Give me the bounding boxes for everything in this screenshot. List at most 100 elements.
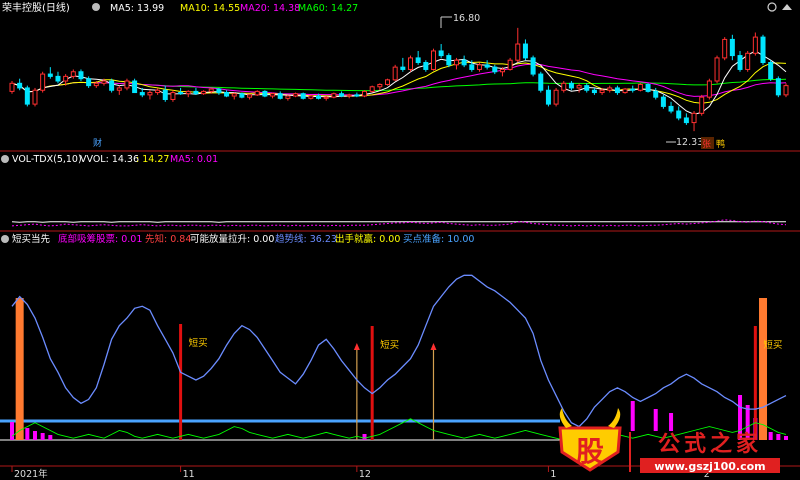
candle-body[interactable]	[270, 93, 276, 97]
candle-body[interactable]	[362, 90, 368, 97]
candle-body[interactable]	[369, 86, 375, 92]
candle-body[interactable]	[308, 95, 314, 99]
candle-body[interactable]	[208, 88, 214, 92]
candle-body[interactable]	[216, 88, 222, 94]
candle-body[interactable]	[476, 64, 482, 70]
candle-body[interactable]	[285, 95, 291, 99]
candle-body[interactable]	[93, 82, 99, 87]
candle-body[interactable]	[109, 80, 115, 91]
candle-body[interactable]	[492, 66, 498, 73]
candle-body[interactable]	[461, 59, 467, 66]
candle-body[interactable]	[453, 59, 459, 66]
candle-body[interactable]	[438, 50, 444, 57]
candle-body[interactable]	[78, 71, 84, 80]
candle-body[interactable]	[86, 78, 92, 87]
candle-body[interactable]	[185, 90, 191, 95]
candle-body[interactable]	[17, 82, 23, 89]
candle-body[interactable]	[745, 52, 751, 70]
candle-body[interactable]	[392, 66, 398, 81]
candle-body[interactable]	[760, 36, 766, 64]
candle-body[interactable]	[400, 66, 406, 70]
candle-body[interactable]	[522, 43, 528, 59]
chevron-up-icon[interactable]	[782, 4, 792, 10]
candle-body[interactable]	[530, 57, 536, 75]
candle-body[interactable]	[637, 83, 643, 91]
candle-body[interactable]	[607, 87, 613, 91]
candle-body[interactable]	[752, 36, 758, 54]
candle-body[interactable]	[277, 93, 283, 99]
candle-body[interactable]	[469, 64, 475, 70]
candle-body[interactable]	[24, 87, 30, 105]
candle-body[interactable]	[124, 80, 130, 89]
candle-body[interactable]	[423, 62, 429, 70]
candle-body[interactable]	[545, 89, 551, 105]
candle-body[interactable]	[170, 92, 176, 100]
candle-body[interactable]	[561, 82, 567, 91]
candle-body[interactable]	[47, 73, 53, 77]
candle-body[interactable]	[683, 117, 689, 124]
candle-body[interactable]	[293, 93, 299, 97]
candle-body[interactable]	[499, 68, 505, 73]
candle-body[interactable]	[714, 57, 720, 82]
candle-body[interactable]	[40, 73, 46, 91]
candle-body[interactable]	[231, 93, 237, 97]
candle-body[interactable]	[193, 90, 199, 95]
zhang-marker[interactable]: 张	[702, 139, 711, 150]
candle-body[interactable]	[147, 92, 153, 96]
candle-body[interactable]	[63, 75, 69, 82]
candle-body[interactable]	[653, 90, 659, 98]
candle-body[interactable]	[722, 38, 728, 59]
candle-body[interactable]	[768, 62, 774, 80]
candle-body[interactable]	[614, 87, 620, 94]
candle-body[interactable]	[568, 82, 574, 89]
refresh-icon[interactable]	[767, 2, 777, 12]
candle-body[interactable]	[385, 79, 391, 85]
candle-body[interactable]	[737, 55, 743, 70]
candle-body[interactable]	[9, 82, 15, 92]
candle-body[interactable]	[783, 85, 789, 96]
candle-body[interactable]	[316, 95, 322, 99]
vol-settings-icon[interactable]	[1, 155, 9, 163]
candle-body[interactable]	[599, 89, 605, 94]
candle-body[interactable]	[224, 92, 230, 97]
candle-body[interactable]	[515, 43, 521, 61]
candle-body[interactable]	[706, 80, 712, 98]
ind-settings-icon[interactable]	[1, 235, 9, 243]
candle-body[interactable]	[622, 88, 628, 94]
cai-marker[interactable]: 财	[93, 137, 102, 149]
candle-body[interactable]	[676, 110, 682, 119]
candle-body[interactable]	[116, 87, 122, 91]
candle-body[interactable]	[668, 105, 674, 112]
candle-body[interactable]	[178, 92, 184, 95]
candle-body[interactable]	[591, 89, 597, 94]
candle-body[interactable]	[262, 90, 268, 97]
candle-body[interactable]	[630, 88, 636, 91]
candle-body[interactable]	[254, 90, 260, 96]
stock-title[interactable]: 荣丰控股(日线)	[2, 1, 70, 14]
candle-body[interactable]	[584, 85, 590, 91]
candle-body[interactable]	[70, 71, 76, 77]
candle-body[interactable]	[645, 83, 651, 92]
candle-body[interactable]	[101, 80, 107, 84]
candle-body[interactable]	[660, 96, 666, 107]
candle-body[interactable]	[346, 94, 352, 97]
candle-body[interactable]	[32, 89, 38, 105]
candle-body[interactable]	[729, 38, 735, 57]
candle-body[interactable]	[354, 94, 360, 97]
candle-body[interactable]	[407, 57, 413, 70]
xiu-marker[interactable]: 鸭	[716, 138, 725, 150]
candle-body[interactable]	[430, 50, 436, 70]
candle-body[interactable]	[331, 93, 337, 98]
candle-body[interactable]	[538, 73, 544, 91]
candle-body[interactable]	[484, 64, 490, 68]
candle-body[interactable]	[55, 75, 61, 82]
candle-body[interactable]	[139, 92, 145, 96]
candle-body[interactable]	[415, 57, 421, 64]
candle-body[interactable]	[300, 93, 306, 99]
candle-body[interactable]	[162, 89, 168, 100]
candle-body[interactable]	[339, 93, 345, 97]
candle-body[interactable]	[775, 78, 781, 96]
candle-body[interactable]	[507, 59, 513, 70]
candle-body[interactable]	[691, 112, 697, 124]
candle-body[interactable]	[247, 94, 253, 98]
